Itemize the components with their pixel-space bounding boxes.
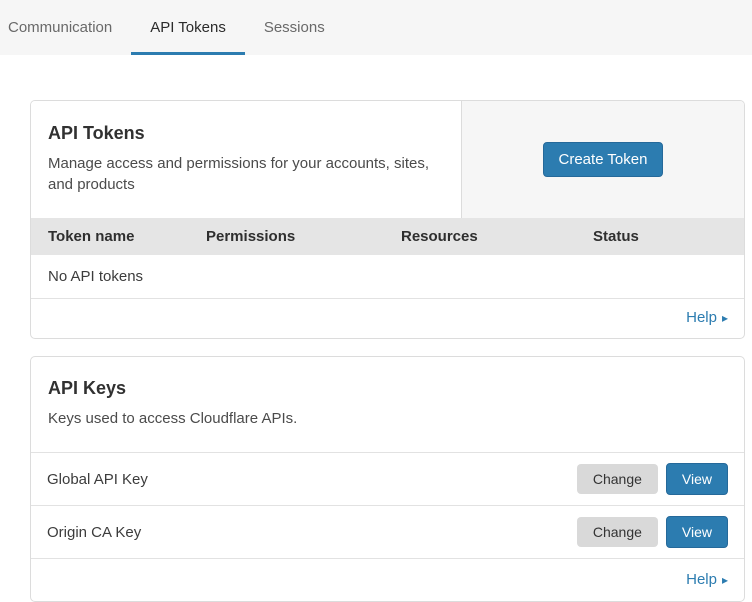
key-row-global-api-key: Global API Key Change View: [31, 452, 744, 505]
tokens-table-header: Token name Permissions Resources Status: [31, 218, 744, 255]
api-tokens-help-link[interactable]: Help ▸: [686, 309, 728, 326]
key-name-label: Origin CA Key: [47, 524, 577, 541]
api-keys-description: Keys used to access Cloudflare APIs.: [48, 408, 727, 429]
api-keys-card: API Keys Keys used to access Cloudflare …: [30, 356, 745, 602]
help-link-label: Help: [686, 571, 717, 588]
tab-communication[interactable]: Communication: [8, 0, 131, 55]
settings-content: API Tokens Manage access and permissions…: [0, 55, 752, 602]
api-keys-card-header: API Keys Keys used to access Cloudflare …: [31, 357, 744, 452]
api-tokens-card-header: API Tokens Manage access and permissions…: [31, 101, 744, 218]
api-tokens-card-actions: Create Token: [461, 101, 744, 218]
view-global-api-key-button[interactable]: View: [666, 463, 728, 495]
api-tokens-description: Manage access and permissions for your a…: [48, 153, 433, 195]
key-name-label: Global API Key: [47, 471, 577, 488]
right-triangle-icon: ▸: [722, 311, 728, 325]
change-origin-ca-key-button[interactable]: Change: [577, 517, 658, 547]
change-global-api-key-button[interactable]: Change: [577, 464, 658, 494]
tokens-empty-message: No API tokens: [31, 255, 744, 299]
api-tokens-title: API Tokens: [48, 123, 433, 144]
api-tokens-card: API Tokens Manage access and permissions…: [30, 100, 745, 339]
create-token-button[interactable]: Create Token: [543, 142, 664, 177]
key-row-origin-ca-key: Origin CA Key Change View: [31, 505, 744, 558]
tab-sessions[interactable]: Sessions: [245, 0, 344, 55]
tab-api-tokens[interactable]: API Tokens: [131, 0, 245, 55]
column-header-status: Status: [593, 228, 744, 245]
right-triangle-icon: ▸: [722, 573, 728, 587]
column-header-token-name: Token name: [48, 228, 206, 245]
api-keys-title: API Keys: [48, 378, 727, 399]
help-link-label: Help: [686, 309, 717, 326]
view-origin-ca-key-button[interactable]: View: [666, 516, 728, 548]
settings-tab-bar: Communication API Tokens Sessions: [0, 0, 752, 55]
api-tokens-card-header-text: API Tokens Manage access and permissions…: [31, 101, 461, 218]
api-keys-card-footer: Help ▸: [31, 558, 744, 601]
column-header-permissions: Permissions: [206, 228, 401, 245]
api-keys-help-link[interactable]: Help ▸: [686, 571, 728, 588]
column-header-resources: Resources: [401, 228, 593, 245]
api-tokens-card-footer: Help ▸: [31, 299, 744, 338]
